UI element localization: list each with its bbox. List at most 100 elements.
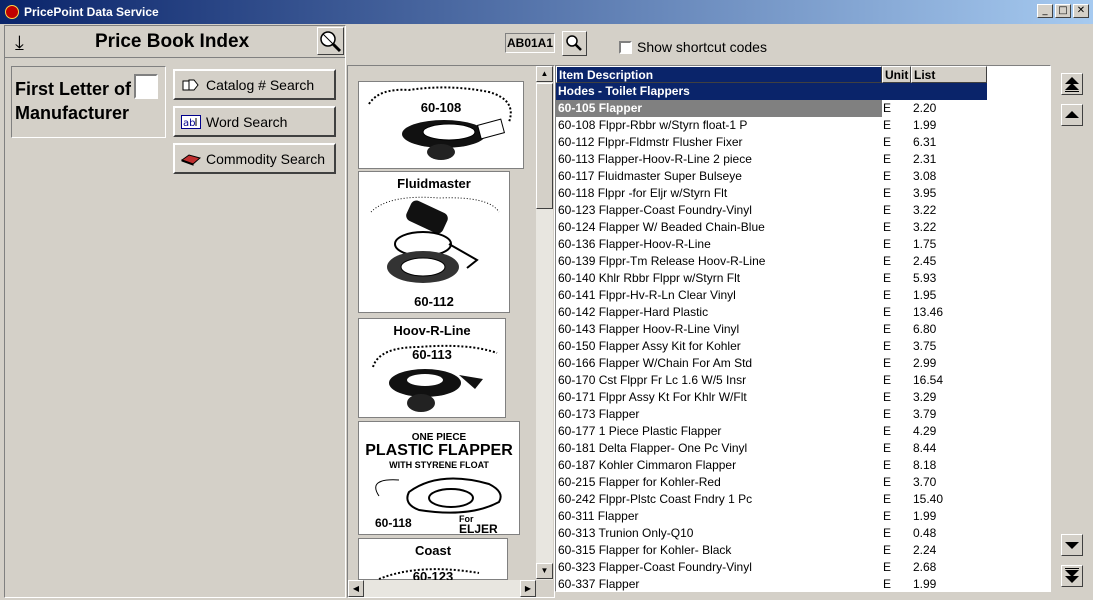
table-row[interactable]: 60-323 Flapper-Coast Foundry-Vinyl E 2.68: [556, 559, 1050, 576]
product-image-card[interactable]: 60-108: [358, 81, 524, 169]
scroll-left-arrow-icon[interactable]: ◀: [348, 580, 364, 597]
table-row[interactable]: 60-177 1 Piece Plastic Flapper E 4.29: [556, 423, 1050, 440]
cell-desc: 60-118 Flppr -for Eljr w/Styrn Flt: [558, 186, 728, 200]
maximize-button[interactable]: □: [1055, 4, 1071, 18]
word-search-label: Word Search: [206, 113, 288, 130]
scroll-down-arrow-icon[interactable]: ▼: [536, 563, 553, 579]
cell-list: 3.70: [913, 475, 937, 489]
page-down-button[interactable]: [1061, 565, 1083, 587]
table-row[interactable]: 60-105 Flapper E 2.20: [556, 100, 1050, 117]
table-row[interactable]: 60-181 Delta Flapper- One Pc Vinyl E 8.44: [556, 440, 1050, 457]
scroll-thumb[interactable]: [536, 83, 553, 209]
cell-list: 1.99: [913, 118, 937, 132]
cell-unit: E: [883, 424, 892, 438]
column-header-unit[interactable]: Unit: [882, 66, 911, 83]
table-row[interactable]: 60-170 Cst Flppr Fr Lc 1.6 W/5 Insr E 16.5…: [556, 372, 1050, 389]
page-up-button[interactable]: [1061, 73, 1083, 95]
window-title: PricePoint Data Service: [24, 5, 159, 19]
first-letter-input[interactable]: [134, 74, 158, 99]
table-row[interactable]: 60-140 Khlr Rbbr Flppr w/Styrn Flt E 5.93: [556, 270, 1050, 287]
line-down-icon: [1065, 542, 1079, 549]
cell-list: 3.08: [913, 169, 937, 183]
table-row[interactable]: 60-113 Flapper-Hoov-R-Line 2 piece E 2.31: [556, 151, 1050, 168]
table-body: 60-105 Flapper E 2.20 60-108 Flppr-Rbbr w/S…: [556, 100, 1050, 591]
word-search-button[interactable]: ab Word Search: [173, 106, 336, 137]
minimize-button[interactable]: _: [1037, 4, 1053, 18]
column-header-description[interactable]: Item Description: [556, 66, 882, 83]
app-icon[interactable]: [5, 5, 19, 19]
table-row[interactable]: 60-313 Trunion Only-Q10 E 0.48: [556, 525, 1050, 542]
table-row[interactable]: 60-173 Flapper E 3.79: [556, 406, 1050, 423]
panel-header: ⤓ Price Book Index: [5, 26, 345, 58]
page-up-icon: [1065, 77, 1079, 92]
cell-unit: E: [883, 135, 892, 149]
table-row[interactable]: 60-166 Flapper W/Chain For Am Std E 2.99: [556, 355, 1050, 372]
product-image-card[interactable]: ONE PIECE PLASTIC FLAPPER WITH STYRENE F…: [358, 421, 520, 536]
flapper-image: [368, 86, 512, 160]
cell-desc: 60-124 Flapper W/ Beaded Chain-Blue: [558, 220, 765, 234]
image-strip-horizontal-scrollbar[interactable]: ◀ ▶: [348, 580, 536, 597]
column-header-list[interactable]: List: [911, 66, 987, 83]
table-row[interactable]: 60-171 Flppr Assy Kt For Khlr W/Flt E 3.29: [556, 389, 1050, 406]
table-row[interactable]: 60-136 Flapper-Hoov-R-Line E 1.75: [556, 236, 1050, 253]
table-row[interactable]: 60-143 Flapper Hoov-R-Line Vinyl E 6.80: [556, 321, 1050, 338]
cell-desc: 60-108 Flppr-Rbbr w/Styrn float-1 P: [558, 118, 748, 132]
table-row[interactable]: 60-124 Flapper W/ Beaded Chain-Blue E 3.22: [556, 219, 1050, 236]
table-row[interactable]: 60-315 Flapper for Kohler- Black E 2.24: [556, 542, 1050, 559]
close-button[interactable]: ✕: [1073, 4, 1089, 18]
cell-desc: 60-143 Flapper Hoov-R-Line Vinyl: [558, 322, 740, 336]
product-image-card[interactable]: Fluidmaster 60-112: [358, 171, 510, 313]
cell-list: 2.31: [913, 152, 937, 166]
cell-list: 2.45: [913, 254, 937, 268]
find-button[interactable]: [562, 31, 587, 56]
cell-unit: E: [883, 237, 892, 251]
cell-desc: 60-112 Flppr-Fldmstr Flusher Fixer: [558, 135, 743, 149]
show-shortcut-checkbox[interactable]: [619, 41, 632, 54]
table-row[interactable]: 60-311 Flapper E 1.99: [556, 508, 1050, 525]
line-up-button[interactable]: [1061, 104, 1083, 126]
cell-list: 2.20: [911, 100, 987, 117]
line-down-button[interactable]: [1061, 534, 1083, 556]
cell-list: 2.24: [913, 543, 937, 557]
table-row[interactable]: 60-139 Flppr-Tm Release Hoov-R-Line E 2.45: [556, 253, 1050, 270]
code-field[interactable]: AB01A1: [505, 33, 555, 53]
down-arrow-icon[interactable]: ⤓: [15, 30, 24, 54]
group-header-row[interactable]: Hodes - Toilet Flappers: [556, 83, 987, 100]
scroll-right-arrow-icon[interactable]: ▶: [520, 580, 536, 597]
product-image-card[interactable]: Coast 60-123: [358, 538, 508, 581]
table-row[interactable]: 60-215 Flapper for Kohler-Red E 3.70: [556, 474, 1050, 491]
cell-unit: E: [883, 390, 892, 404]
commodity-search-button[interactable]: Commodity Search: [173, 143, 336, 174]
cell-unit: E: [883, 339, 892, 353]
product-image-card[interactable]: Hoov-R-Line 60-113: [358, 318, 506, 418]
cell-list: 5.93: [913, 271, 937, 285]
page-down-icon: [1065, 568, 1079, 583]
table-row[interactable]: 60-118 Flppr -for Eljr w/Styrn Flt E 3.95: [556, 185, 1050, 202]
table-row[interactable]: 60-150 Flapper Assy Kit for Kohler E 3.75: [556, 338, 1050, 355]
catalog-icon: [181, 77, 201, 93]
zoom-button[interactable]: [317, 27, 344, 55]
table-row[interactable]: 60-142 Flapper-Hard Plastic E 13.46: [556, 304, 1050, 321]
image-strip-vertical-scrollbar[interactable]: ▲ ▼: [536, 66, 553, 580]
table-row[interactable]: 60-112 Flppr-Fldmstr Flusher Fixer E 6.31: [556, 134, 1050, 151]
cell-list: 1.75: [913, 237, 937, 251]
table-row[interactable]: 60-108 Flppr-Rbbr w/Styrn float-1 P E 1.99: [556, 117, 1050, 134]
table-row[interactable]: 60-117 Fluidmaster Super Bulseye E 3.08: [556, 168, 1050, 185]
table-header: Item Description Unit List: [556, 66, 987, 83]
panel-title: Price Book Index: [95, 31, 250, 52]
cell-list: 2.68: [913, 560, 937, 574]
item-table: Item Description Unit List Hodes - Toile…: [555, 65, 1051, 592]
cell-list: 6.80: [913, 322, 937, 336]
table-row[interactable]: 60-242 Flppr-Plstc Coast Fndry 1 Pc E 15.4…: [556, 491, 1050, 508]
table-row[interactable]: 60-123 Flapper-Coast Foundry-Vinyl E 3.22: [556, 202, 1050, 219]
cell-desc: 60-311 Flapper: [558, 509, 639, 523]
cell-desc: 60-315 Flapper for Kohler- Black: [558, 543, 732, 557]
magnifier-icon: [566, 35, 582, 51]
table-row[interactable]: 60-187 Kohler Cimmaron Flapper E 8.18: [556, 457, 1050, 474]
catalog-search-button[interactable]: Catalog # Search: [173, 69, 336, 100]
cell-desc: 60-123 Flapper-Coast Foundry-Vinyl: [558, 203, 752, 217]
scroll-up-arrow-icon[interactable]: ▲: [536, 66, 553, 82]
table-row[interactable]: 60-141 Flppr-Hv-R-Ln Clear Vinyl E 1.95: [556, 287, 1050, 304]
table-row[interactable]: 60-337 Flapper E 1.99: [556, 576, 1050, 591]
cell-desc: 60-166 Flapper W/Chain For Am Std: [558, 356, 753, 370]
